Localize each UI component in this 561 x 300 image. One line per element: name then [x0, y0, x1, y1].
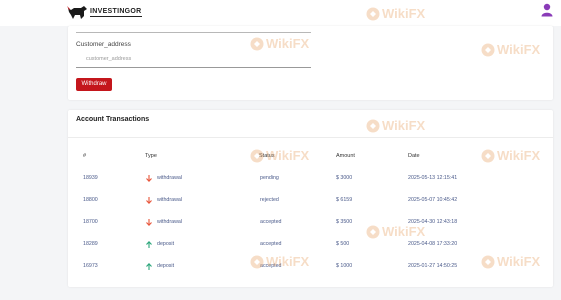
previous-field-underline	[76, 32, 311, 33]
transaction-type: withdrawal	[146, 196, 182, 204]
transaction-date: 2025-01-27 14:50:25	[408, 263, 458, 269]
table-row: 18700 withdrawal accepted $ 3500 2025-04…	[68, 218, 553, 240]
transaction-date: 2025-05-07 10:45:42	[408, 197, 458, 203]
customer-address-input[interactable]	[76, 51, 311, 68]
bull-logo-icon	[67, 6, 87, 19]
transaction-type: deposit	[146, 240, 174, 248]
col-header-amount: Amount	[336, 153, 355, 159]
table-row: 18939 withdrawal pending $ 3000 2025-05-…	[68, 174, 553, 196]
top-navbar: INVESTINGOR	[0, 0, 561, 26]
transaction-id: 18289	[83, 241, 98, 247]
withdraw-button[interactable]: Withdraw	[76, 78, 112, 91]
withdraw-form-card: Customer_address Withdraw	[68, 26, 553, 100]
transaction-id: 18800	[83, 197, 98, 203]
table-row: 18289 deposit accepted $ 500 2025-04-08 …	[68, 240, 553, 262]
arrow-up-icon	[146, 262, 152, 270]
transaction-amount: $ 1000	[336, 263, 353, 269]
table-row: 16973 deposit accepted $ 1000 2025-01-27…	[68, 262, 553, 284]
arrow-down-icon	[146, 196, 152, 204]
transaction-type: withdrawal	[146, 218, 182, 226]
arrow-down-icon	[146, 218, 152, 226]
user-avatar-icon[interactable]	[541, 3, 553, 22]
transaction-status: accepted	[260, 219, 282, 225]
col-header-status: Status	[259, 153, 275, 159]
transaction-type-label: withdrawal	[157, 197, 183, 203]
brand-name: INVESTINGOR	[90, 7, 142, 17]
transactions-title: Account Transactions	[76, 116, 150, 123]
col-header-date: Date	[408, 153, 420, 159]
transaction-amount: $ 3000	[336, 175, 353, 181]
brand-logo[interactable]: INVESTINGOR	[66, 4, 142, 20]
transaction-date: 2025-05-13 12:15:41	[408, 175, 458, 181]
transaction-status: accepted	[260, 241, 282, 247]
transaction-status: accepted	[260, 263, 282, 269]
table-row: 18800 withdrawal rejected $ 6159 2025-05…	[68, 196, 553, 218]
arrow-up-icon	[146, 240, 152, 248]
transaction-amount: $ 3500	[336, 219, 353, 225]
transaction-type: withdrawal	[146, 174, 182, 182]
col-header-type: Type	[145, 153, 157, 159]
section-divider	[68, 137, 553, 138]
transaction-type-label: deposit	[157, 241, 175, 247]
transaction-date: 2025-04-08 17:33:20	[408, 241, 458, 247]
transaction-amount: $ 500	[336, 241, 350, 247]
transaction-id: 16973	[83, 263, 98, 269]
transaction-status: rejected	[260, 197, 279, 203]
transaction-status: pending	[260, 175, 279, 181]
transaction-amount: $ 6159	[336, 197, 353, 203]
transaction-id: 18700	[83, 219, 98, 225]
customer-address-label: Customer_address	[76, 41, 131, 48]
account-transactions-card: Account Transactions # Type Status Amoun…	[68, 110, 553, 287]
transaction-date: 2025-04-30 12:43:18	[408, 219, 458, 225]
transaction-type-label: withdrawal	[157, 219, 183, 225]
arrow-down-icon	[146, 174, 152, 182]
transaction-type-label: withdrawal	[157, 175, 183, 181]
col-header-id: #	[83, 153, 87, 159]
transaction-type: deposit	[146, 262, 174, 270]
transaction-type-label: deposit	[157, 263, 175, 269]
transaction-id: 18939	[83, 175, 98, 181]
